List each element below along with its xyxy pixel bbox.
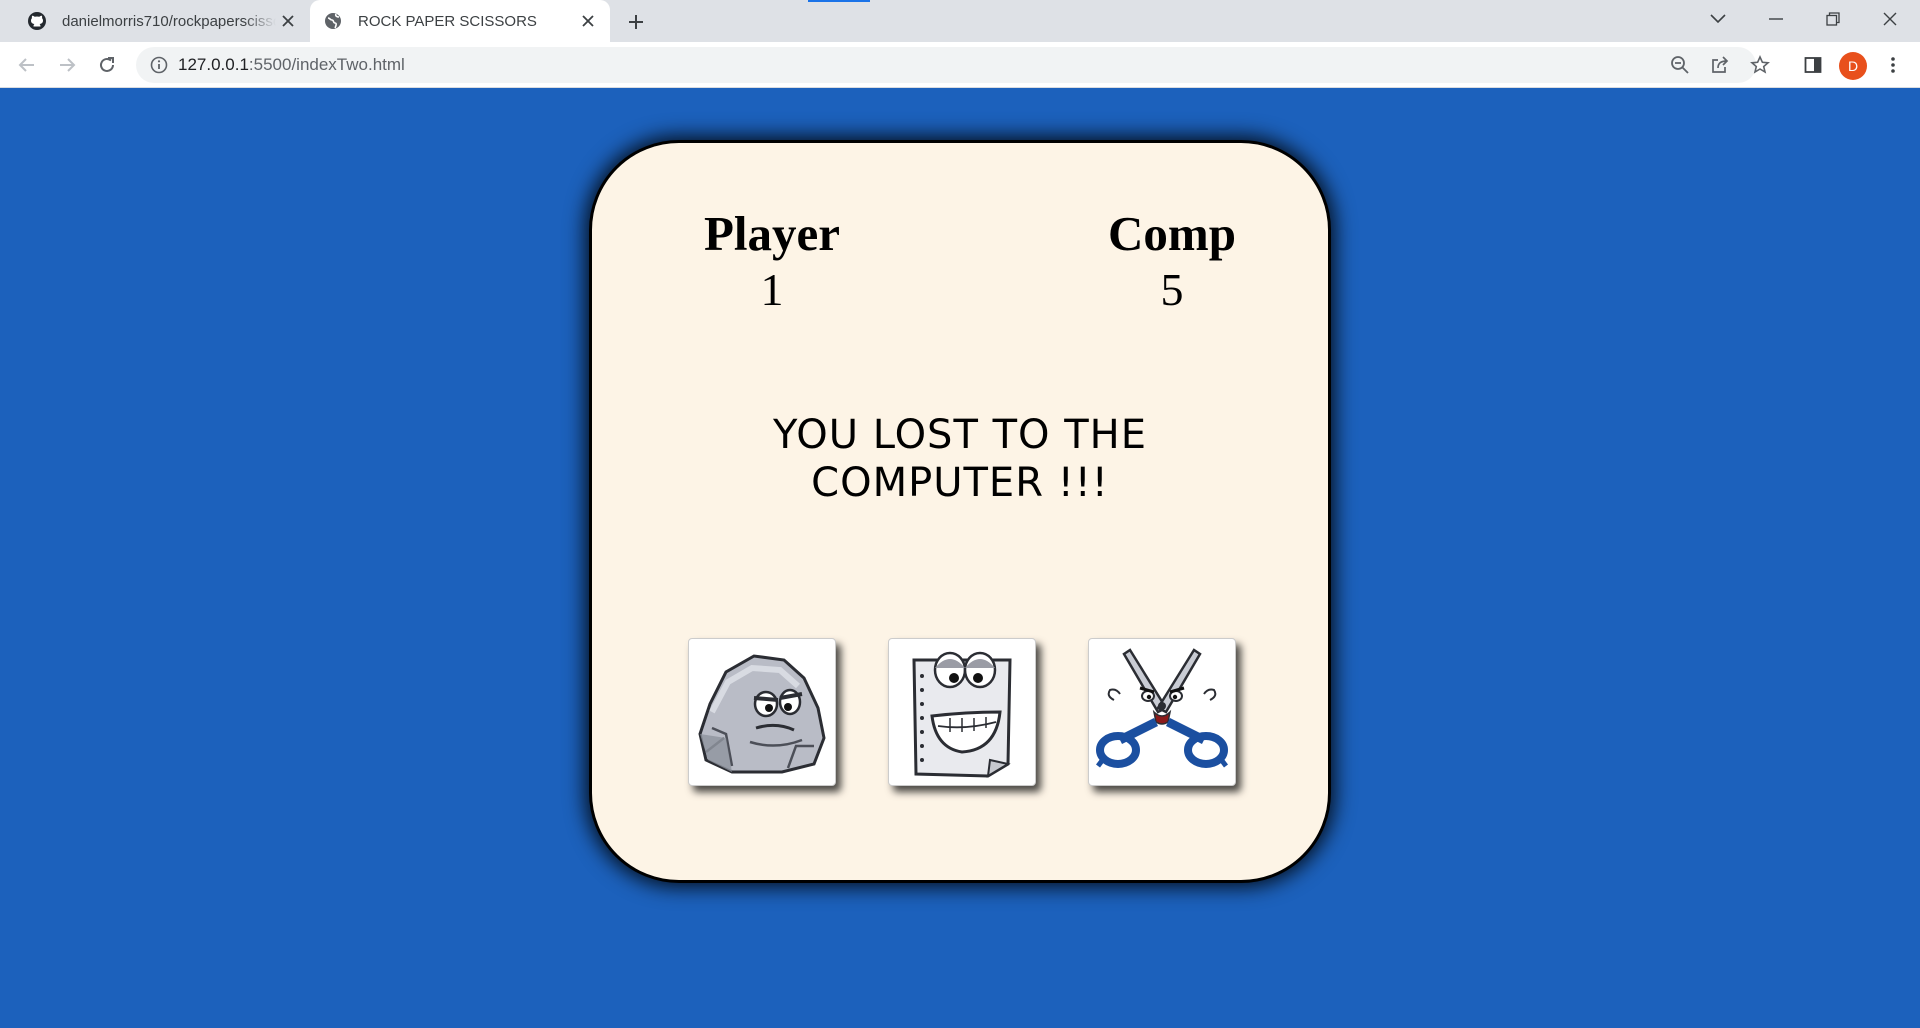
reload-button[interactable] [91,49,123,81]
reload-icon [100,57,114,72]
tab-strip: danielmorris710/rockpaperscissors ROCK P… [0,0,1920,42]
tab-title: danielmorris710/rockpaperscissors [62,12,276,30]
comp-label: Comp [1108,206,1236,261]
globe-icon [322,10,344,32]
minimize-icon [1769,18,1783,20]
tab-rock-paper-scissors[interactable]: ROCK PAPER SCISSORS [310,0,610,42]
arrow-right-icon [60,58,76,72]
url-text: 127.0.0.1:5500/indexTwo.html [178,55,405,74]
share-icon[interactable] [1710,55,1730,80]
new-tab-button[interactable] [622,8,650,36]
restore-icon [1826,12,1840,26]
kebab-menu-icon [1891,57,1895,73]
zoom-icon[interactable] [1670,55,1690,80]
restore-button[interactable] [1805,0,1861,38]
comp-score: 5 [1160,264,1184,315]
paper-icon [912,651,1012,778]
player-label: Player [703,206,841,261]
tab-search-button[interactable] [1690,0,1746,38]
tab-loading-indicator [808,0,870,2]
plus-icon [629,15,643,29]
browser-toolbar: 127.0.0.1:5500/indexTwo.html D [0,42,1920,88]
close-icon[interactable] [276,9,300,33]
address-bar[interactable]: 127.0.0.1:5500/indexTwo.html [136,47,1770,83]
forward-button[interactable] [51,49,83,81]
side-panel-icon [1804,57,1822,73]
game-card: Player 1 Comp 5 YOU LOST TO THE COMPUTER… [589,140,1331,883]
paper-button[interactable] [888,638,1036,786]
back-button[interactable] [11,49,43,81]
tab-github[interactable]: danielmorris710/rockpaperscissors [14,0,310,42]
arrow-left-icon [18,58,34,72]
side-panel-button[interactable] [1797,49,1829,81]
scissors-button[interactable] [1088,638,1236,786]
scissors-icon [1096,648,1228,768]
avatar[interactable]: D [1839,52,1867,80]
chevron-down-icon [1710,14,1726,24]
tab-title: ROCK PAPER SCISSORS [358,12,537,30]
menu-button[interactable] [1877,49,1909,81]
rock-icon [698,654,826,774]
minimize-button[interactable] [1748,0,1804,38]
github-icon [26,10,48,32]
close-icon[interactable] [576,9,600,33]
result-message: YOU LOST TO THE COMPUTER !!! [772,412,1148,506]
player-score: 1 [760,264,784,315]
rock-button[interactable] [688,638,836,786]
close-icon [1883,12,1897,26]
window-close-button[interactable] [1862,0,1918,38]
star-icon[interactable] [1750,55,1770,80]
info-icon[interactable] [150,56,168,79]
